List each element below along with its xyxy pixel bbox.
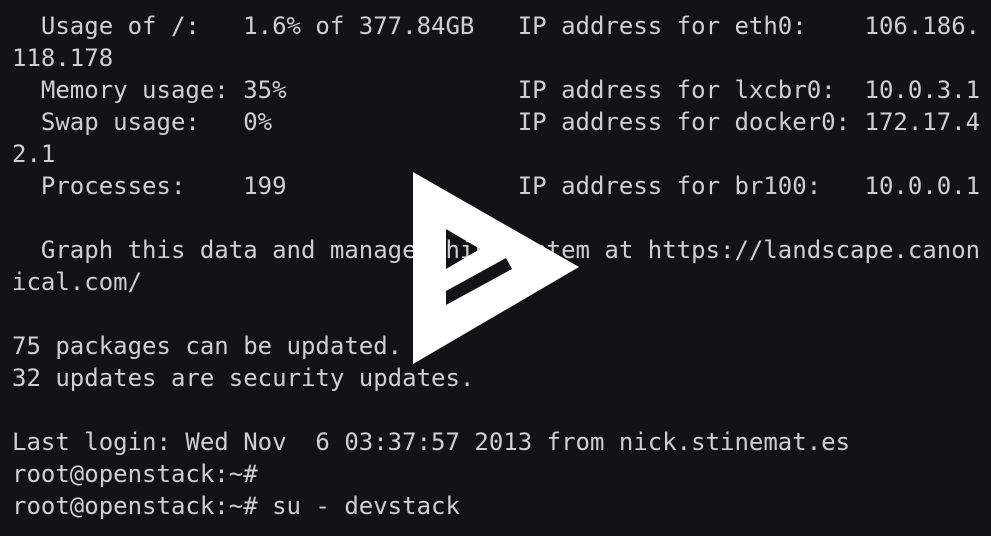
play-button[interactable] xyxy=(412,171,580,365)
terminal-line: Memory usage: 35% IP address for lxcbr0:… xyxy=(12,76,981,104)
terminal-line: 2.1 xyxy=(12,140,56,168)
terminal-line: 32 updates are security updates. xyxy=(12,364,475,392)
terminal-line: Last login: Wed Nov 6 03:37:57 2013 from… xyxy=(12,428,851,456)
terminal-line: root@openstack:~# xyxy=(12,460,258,488)
terminal-player[interactable]: Usage of /: 1.6% of 377.84GB IP address … xyxy=(0,0,991,536)
terminal-line: 118.178 xyxy=(12,44,114,72)
terminal-line: Usage of /: 1.6% of 377.84GB IP address … xyxy=(12,12,981,40)
play-logo-icon xyxy=(413,172,579,364)
terminal-line: root@openstack:~# su - devstack xyxy=(12,492,460,520)
terminal-line: Swap usage: 0% IP address for docker0: 1… xyxy=(12,108,981,136)
